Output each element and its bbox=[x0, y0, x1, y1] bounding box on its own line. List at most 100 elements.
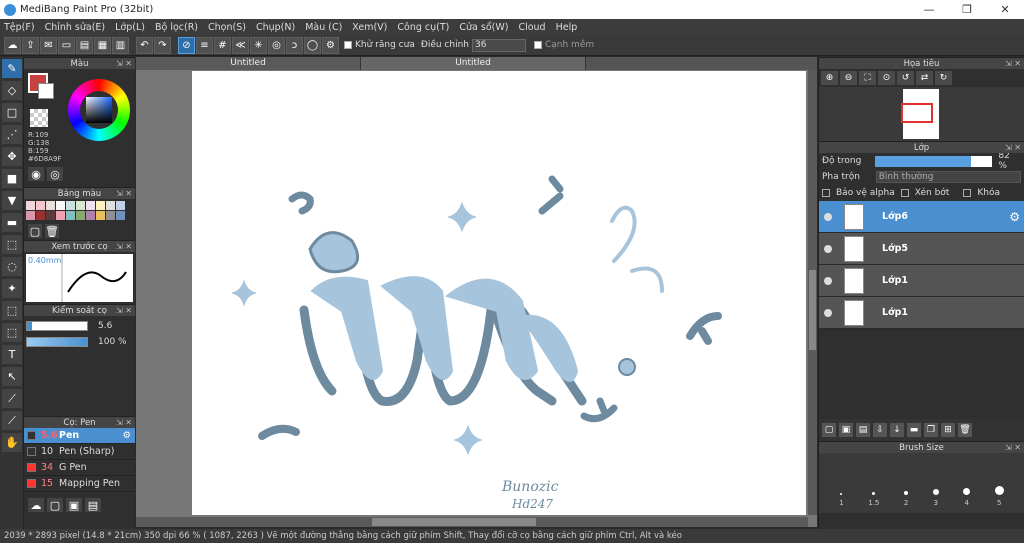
zoom-in-icon[interactable]: ⊕ bbox=[821, 71, 838, 85]
layer-folder-icon[interactable]: ▬ bbox=[907, 423, 921, 437]
move-tool-icon[interactable]: ✥ bbox=[2, 147, 22, 166]
brush-size-option[interactable]: 1 bbox=[839, 493, 844, 507]
blur-tool-icon[interactable]: ⟋ bbox=[2, 389, 22, 408]
brush-size-slider[interactable]: 5.6 bbox=[26, 320, 133, 332]
eye-icon[interactable] bbox=[824, 244, 832, 253]
add-brush-icon[interactable]: ▢ bbox=[47, 498, 63, 512]
zoom-reset-icon[interactable]: ⊙ bbox=[878, 71, 895, 85]
palette-icon[interactable]: ◉ bbox=[28, 167, 44, 181]
menu-color[interactable]: Màu (C) bbox=[305, 22, 342, 33]
snap-radial-icon[interactable]: ✳ bbox=[250, 36, 267, 54]
gradient-tool-icon[interactable]: ▬ bbox=[2, 213, 22, 232]
brush-opacity-slider[interactable]: 100 % bbox=[26, 336, 133, 348]
snap-circle-icon[interactable]: ◎ bbox=[268, 36, 285, 54]
close-button[interactable]: ✕ bbox=[986, 3, 1024, 16]
brush-size-grid[interactable]: 1 1.5 2 3 4 5 bbox=[819, 453, 1024, 513]
color-wheel[interactable] bbox=[68, 79, 130, 141]
brush-size-option[interactable]: 2 bbox=[904, 491, 908, 507]
rotate-left-icon[interactable]: ↺ bbox=[897, 71, 914, 85]
palette-grid[interactable] bbox=[24, 199, 135, 222]
clipping-checkbox[interactable] bbox=[900, 189, 909, 197]
menu-select[interactable]: Chọn(S) bbox=[208, 22, 246, 33]
zoom-out-icon[interactable]: ⊖ bbox=[840, 71, 857, 85]
drawing-canvas[interactable]: Bunozic Hd247 bbox=[192, 71, 806, 515]
tab-untitled-2[interactable]: Untitled bbox=[361, 57, 586, 70]
layout-icon[interactable]: ▦ bbox=[94, 36, 111, 54]
lock-checkbox[interactable] bbox=[963, 189, 972, 197]
pen-item[interactable]: 15 Mapping Pen bbox=[24, 476, 135, 492]
magic-wand-icon[interactable]: ✦ bbox=[2, 279, 22, 298]
layer-item[interactable]: Lớp1 bbox=[819, 297, 1024, 329]
share-icon[interactable]: ⇪ bbox=[22, 36, 39, 54]
text-tool-icon[interactable]: T bbox=[2, 345, 22, 364]
protect-alpha-checkbox[interactable] bbox=[822, 189, 830, 197]
new-layer-icon[interactable]: ▢ bbox=[822, 423, 836, 437]
rect-tool-icon[interactable]: □ bbox=[2, 103, 22, 122]
cloud-icon[interactable]: ☁ bbox=[4, 36, 21, 54]
pen-item[interactable]: 5.6 Pen ⚙ bbox=[24, 428, 135, 444]
redo-icon[interactable]: ↷ bbox=[154, 36, 171, 54]
blend-select[interactable]: Bình thường bbox=[875, 171, 1021, 183]
snap-ellipse-icon[interactable]: ◯ bbox=[304, 36, 321, 54]
chat-icon[interactable]: ✉ bbox=[40, 36, 57, 54]
page-icon[interactable]: ▤ bbox=[76, 36, 93, 54]
new-halftone-layer-icon[interactable]: ▣ bbox=[839, 423, 853, 437]
snap-curve-icon[interactable]: ↄ bbox=[286, 36, 303, 54]
fill-rect-tool-icon[interactable]: ■ bbox=[2, 169, 22, 188]
new-palette-icon[interactable]: ▢ bbox=[28, 224, 42, 238]
antialias-checkbox[interactable] bbox=[344, 41, 352, 49]
gear-icon[interactable]: ⚙ bbox=[122, 430, 131, 441]
bucket-tool-icon[interactable]: ▼ bbox=[2, 191, 22, 210]
menu-help[interactable]: Help bbox=[556, 22, 578, 33]
snap-grid-icon[interactable]: # bbox=[214, 36, 231, 54]
flip-icon[interactable]: ⇄ bbox=[916, 71, 933, 85]
delete-brush-icon[interactable]: ▤ bbox=[85, 498, 101, 512]
delete-palette-icon[interactable]: 🗑 bbox=[45, 224, 59, 238]
menu-layer[interactable]: Lớp(L) bbox=[115, 22, 145, 33]
menu-view[interactable]: Xem(V) bbox=[352, 22, 387, 33]
select-eraser-icon[interactable]: ⬚ bbox=[2, 323, 22, 342]
layer-down-icon[interactable]: ↓ bbox=[890, 423, 904, 437]
menu-snap[interactable]: Chụp(N) bbox=[256, 22, 295, 33]
rotate-right-icon[interactable]: ↻ bbox=[935, 71, 952, 85]
navigator-preview[interactable] bbox=[819, 87, 1024, 141]
menu-cloud[interactable]: Cloud bbox=[518, 22, 545, 33]
eye-icon[interactable] bbox=[824, 308, 832, 317]
menu-file[interactable]: Tệp(F) bbox=[4, 22, 35, 33]
menu-edit[interactable]: Chỉnh sửa(E) bbox=[45, 22, 106, 33]
restore-button[interactable]: ❐ bbox=[948, 3, 986, 16]
delete-layer-icon[interactable]: 🗑 bbox=[958, 423, 972, 437]
snap-parallel-icon[interactable]: ≡ bbox=[196, 36, 213, 54]
brush-tool-icon[interactable]: ✎ bbox=[2, 59, 22, 78]
fit-icon[interactable]: ⛶ bbox=[859, 71, 876, 85]
duplicate-layer-icon[interactable]: ❐ bbox=[924, 423, 938, 437]
dot-tool-icon[interactable]: ⋰ bbox=[2, 125, 22, 144]
gear-icon[interactable]: ⚙ bbox=[1009, 210, 1020, 224]
eye-icon[interactable] bbox=[824, 212, 832, 221]
cloud-brush-icon[interactable]: ☁ bbox=[28, 498, 44, 512]
layer-item[interactable]: Lớp5 bbox=[819, 233, 1024, 265]
pen-item[interactable]: 10 Pen (Sharp) bbox=[24, 444, 135, 460]
layer-item[interactable]: Lớp1 bbox=[819, 265, 1024, 297]
brush-size-option[interactable]: 4 bbox=[963, 488, 971, 507]
comment-icon[interactable]: ▭ bbox=[58, 36, 75, 54]
menu-filter[interactable]: Bộ lọc(R) bbox=[155, 22, 198, 33]
eraser-tool-icon[interactable]: ◇ bbox=[2, 81, 22, 100]
vertical-scrollbar[interactable] bbox=[808, 70, 817, 515]
saturation-square[interactable] bbox=[86, 97, 112, 123]
tab-untitled-1[interactable]: Untitled bbox=[136, 57, 361, 70]
snap-perspective-icon[interactable]: ≪ bbox=[232, 36, 249, 54]
lasso-tool-icon[interactable]: ◌ bbox=[2, 257, 22, 276]
layer-opacity-slider[interactable] bbox=[875, 155, 993, 167]
horizontal-scrollbar[interactable] bbox=[136, 517, 808, 527]
merge-layer-icon[interactable]: ⊞ bbox=[941, 423, 955, 437]
eyedropper-icon[interactable]: ⟋ bbox=[2, 411, 22, 430]
undo-icon[interactable]: ↶ bbox=[136, 36, 153, 54]
edge-checkbox[interactable] bbox=[533, 41, 542, 49]
snap-off-icon[interactable]: ⊘ bbox=[178, 36, 195, 54]
brush-size-option[interactable]: 3 bbox=[932, 489, 939, 507]
brush-size-option[interactable]: 1.5 bbox=[868, 492, 879, 507]
pen-item[interactable]: 34 G Pen bbox=[24, 460, 135, 476]
brush-options-icon[interactable]: ▣ bbox=[66, 498, 82, 512]
adjust-select[interactable]: 36 bbox=[471, 38, 526, 52]
